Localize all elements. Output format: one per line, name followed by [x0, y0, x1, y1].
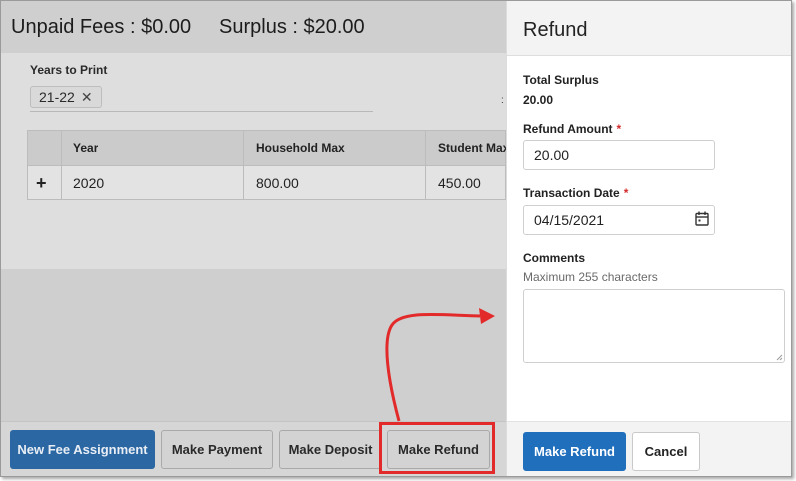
- cancel-button[interactable]: Cancel: [632, 432, 700, 471]
- total-surplus-label: Total Surplus: [523, 73, 599, 87]
- close-icon[interactable]: ✕: [81, 87, 93, 107]
- fees-summary-bar: Unpaid Fees : $0.00 Surplus : $20.00: [1, 1, 506, 53]
- comments-hint: Maximum 255 characters: [523, 270, 658, 284]
- make-deposit-button[interactable]: Make Deposit: [279, 430, 382, 469]
- new-fee-assignment-button[interactable]: New Fee Assignment: [10, 430, 155, 469]
- surplus-summary: Surplus : $20.00: [219, 16, 365, 38]
- required-marker: *: [623, 186, 629, 200]
- fees-empty-area: [1, 269, 506, 421]
- comments-label: Comments: [523, 251, 586, 265]
- comments-textarea[interactable]: [523, 289, 785, 363]
- refund-amount-label: Refund Amount *: [523, 122, 621, 136]
- year-chip-label: 21-22: [39, 89, 75, 105]
- plus-icon[interactable]: +: [36, 166, 47, 200]
- total-surplus-value: 20.00: [523, 93, 554, 107]
- refund-panel: Refund Total Surplus 20.00 Refund Amount…: [506, 1, 791, 476]
- year-chip[interactable]: 21-22 ✕: [30, 86, 102, 108]
- transaction-date-input[interactable]: [523, 205, 715, 235]
- table-row[interactable]: + 2020 800.00 450.00: [28, 166, 505, 200]
- calendar-icon[interactable]: [695, 211, 709, 226]
- label-fragment: :: [501, 95, 504, 106]
- years-to-print-field[interactable]: 21-22 ✕: [30, 84, 373, 112]
- resize-handle-icon[interactable]: [775, 353, 783, 361]
- transaction-date-label-text: Transaction Date: [523, 186, 620, 200]
- refund-panel-header: Refund: [507, 1, 791, 56]
- fee-max-grid: Year Household Max Student Max + 2020 80…: [27, 130, 509, 200]
- column-header-year[interactable]: Year: [73, 131, 98, 166]
- unpaid-fees-summary: Unpaid Fees : $0.00: [11, 16, 192, 38]
- make-refund-highlight: [379, 422, 495, 474]
- refund-amount-input[interactable]: [523, 140, 715, 170]
- column-header-household-max[interactable]: Household Max: [256, 131, 345, 166]
- refund-amount-label-text: Refund Amount: [523, 122, 613, 136]
- column-divider: [425, 131, 426, 199]
- screenshot-frame: Unpaid Fees : $0.00 Surplus : $20.00 Yea…: [0, 0, 792, 477]
- cell-household-max: 800.00: [256, 175, 299, 191]
- make-payment-button[interactable]: Make Payment: [161, 430, 273, 469]
- column-divider: [61, 131, 62, 199]
- column-header-student-max[interactable]: Student Max: [438, 131, 509, 166]
- cell-student-max: 450.00: [438, 175, 481, 191]
- grid-header: Year Household Max Student Max: [28, 131, 509, 166]
- submit-refund-button[interactable]: Make Refund: [523, 432, 626, 471]
- years-to-print-label: Years to Print: [30, 63, 108, 77]
- column-divider: [243, 131, 244, 199]
- required-marker: *: [616, 122, 622, 136]
- fees-background-area: Unpaid Fees : $0.00 Surplus : $20.00 Yea…: [1, 1, 509, 476]
- refund-panel-title: Refund: [523, 19, 588, 41]
- transaction-date-label: Transaction Date *: [523, 186, 628, 200]
- cell-year: 2020: [73, 175, 105, 191]
